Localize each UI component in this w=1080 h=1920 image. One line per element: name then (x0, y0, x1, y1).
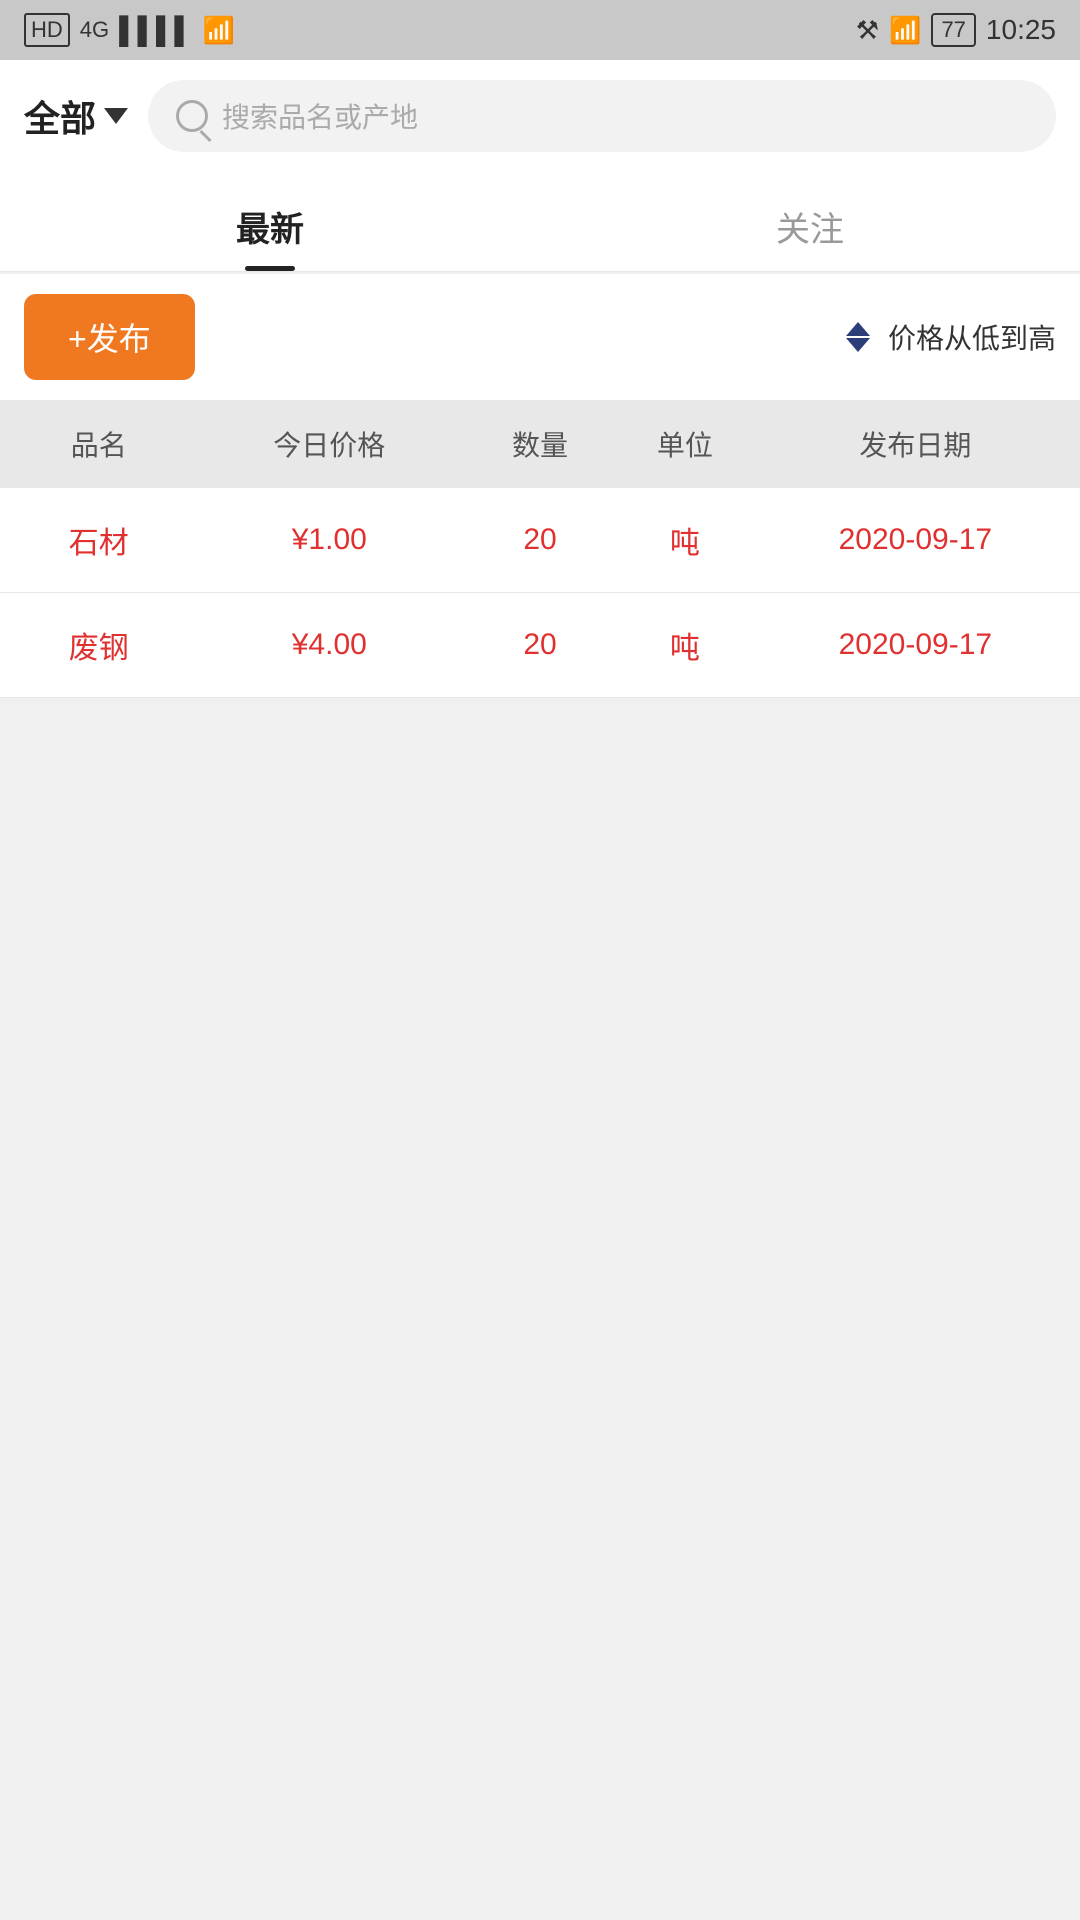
cell-qty-1: 20 (461, 628, 619, 662)
cell-price-0: ¥1.00 (198, 523, 461, 557)
tab-follow[interactable]: 关注 (540, 172, 1080, 271)
cell-name-0: 石材 (0, 518, 198, 562)
status-time: 10:25 (986, 14, 1056, 46)
cell-date-0: 2020-09-17 (751, 523, 1080, 557)
empty-area (0, 698, 1080, 1698)
table-row[interactable]: 废钢 ¥4.00 20 吨 2020-09-17 (0, 593, 1080, 698)
signal-bars-icon: ▌▌▌▌ (119, 15, 193, 46)
status-bar: HD 4G ▌▌▌▌ 📶 ⚒ 📶 77 10:25 (0, 0, 1080, 60)
alarm-icon: ⚒ (856, 15, 879, 46)
cell-price-1: ¥4.00 (198, 628, 461, 662)
sort-label: 价格从低到高 (888, 317, 1056, 357)
sort-arrow-down-icon (846, 338, 870, 352)
hd-badge: HD (24, 13, 70, 47)
cell-unit-0: 吨 (619, 518, 751, 562)
col-header-price: 今日价格 (198, 424, 461, 464)
header: 全部 搜索品名或产地 (0, 60, 1080, 172)
table-row[interactable]: 石材 ¥1.00 20 吨 2020-09-17 (0, 488, 1080, 593)
search-placeholder: 搜索品名或产地 (222, 96, 418, 136)
tab-latest[interactable]: 最新 (0, 172, 540, 271)
col-header-name: 品名 (0, 424, 198, 464)
col-header-qty: 数量 (461, 424, 619, 464)
sort-icon (840, 319, 876, 355)
filter-label: 全部 (24, 90, 96, 142)
toolbar: +发布 价格从低到高 (0, 274, 1080, 400)
cell-qty-0: 20 (461, 523, 619, 557)
cell-date-1: 2020-09-17 (751, 628, 1080, 662)
cell-name-1: 废钢 (0, 623, 198, 667)
sort-button[interactable]: 价格从低到高 (840, 317, 1056, 357)
bluetooth-icon: 📶 (889, 15, 921, 46)
signal-4g: 4G (80, 17, 109, 43)
search-icon (176, 100, 208, 132)
status-right: ⚒ 📶 77 10:25 (856, 13, 1056, 47)
publish-button[interactable]: +发布 (24, 294, 195, 380)
col-header-unit: 单位 (619, 424, 751, 464)
wifi-icon: 📶 (203, 15, 235, 46)
col-header-date: 发布日期 (751, 424, 1080, 464)
status-left: HD 4G ▌▌▌▌ 📶 (24, 13, 235, 47)
table-header: 品名 今日价格 数量 单位 发布日期 (0, 400, 1080, 488)
table-body: 石材 ¥1.00 20 吨 2020-09-17 废钢 ¥4.00 20 吨 2… (0, 488, 1080, 698)
search-bar[interactable]: 搜索品名或产地 (148, 80, 1056, 152)
cell-unit-1: 吨 (619, 623, 751, 667)
battery-indicator: 77 (931, 13, 975, 47)
chevron-down-icon (104, 108, 128, 124)
sort-arrow-up-icon (846, 322, 870, 336)
filter-button[interactable]: 全部 (24, 90, 128, 142)
tabs: 最新 关注 (0, 172, 1080, 272)
